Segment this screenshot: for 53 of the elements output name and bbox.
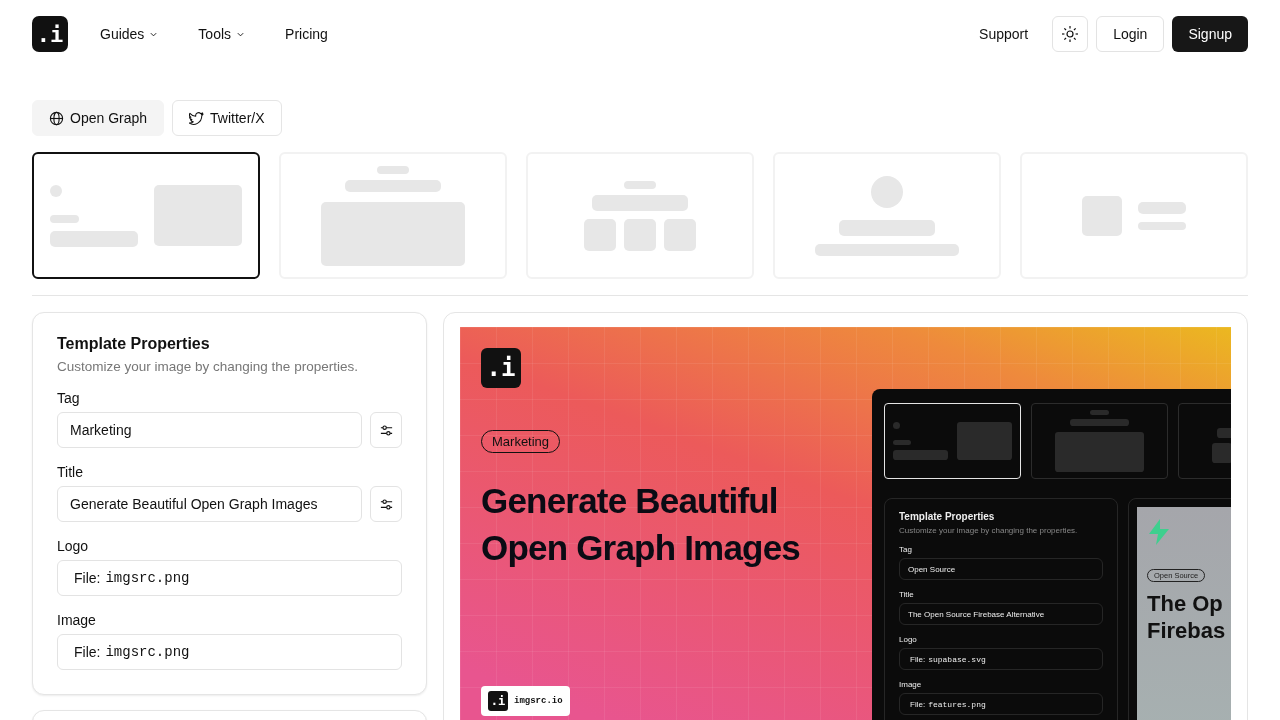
- file-input[interactable]: File: imgsrc.png: [57, 560, 402, 596]
- text-field[interactable]: The Open Source Firebase Alternative: [899, 603, 1103, 625]
- format-tab[interactable]: Open Graph: [32, 100, 165, 136]
- brand-logo: .i: [481, 348, 521, 388]
- sliders-icon: [378, 422, 394, 438]
- file-label: File:: [74, 644, 101, 660]
- headline: Generate Beautiful Open Graph Images: [481, 480, 801, 569]
- brand-logo: .i: [488, 691, 508, 711]
- field-label: Image: [899, 680, 923, 689]
- options-button[interactable]: [370, 486, 402, 522]
- template-card[interactable]: [32, 152, 260, 279]
- field-label: Image: [57, 612, 97, 628]
- field-label: Tag: [899, 545, 913, 554]
- field-label: Logo: [899, 635, 918, 644]
- field-label: Title: [899, 590, 915, 599]
- sliders-icon: [378, 496, 394, 512]
- field-label: Logo: [57, 538, 90, 554]
- panel-subtitle: Customize your image by changing the properties.: [899, 526, 1079, 535]
- file-input[interactable]: File: supabase.svg: [899, 648, 1103, 670]
- site-logo: .i: [32, 16, 68, 52]
- file-name: imgsrc.png: [105, 570, 190, 586]
- file-input[interactable]: File: features.png: [899, 693, 1103, 715]
- text-field[interactable]: Marketing: [57, 412, 362, 448]
- headline: Firebas: [1147, 617, 1226, 644]
- bird-icon: [189, 110, 205, 126]
- text-field[interactable]: Generate Beautiful Open Graph Images: [57, 486, 362, 522]
- lightning-bolt-icon: [1147, 519, 1171, 545]
- brand-name: imgsrc.io: [514, 696, 563, 706]
- file-name: imgsrc.png: [105, 644, 190, 660]
- support-link[interactable]: Support: [979, 26, 1029, 42]
- theme-toggle-button[interactable]: [1052, 16, 1089, 52]
- file-label: File:: [910, 654, 926, 664]
- panel-title: Template Properties: [899, 511, 996, 522]
- globe-icon: [49, 110, 64, 126]
- field-label: Tag: [57, 390, 81, 406]
- nav-link[interactable]: Tools: [198, 26, 266, 42]
- headline: The Op: [1147, 590, 1223, 617]
- format-tab[interactable]: Twitter/X: [172, 100, 282, 136]
- options-button[interactable]: [370, 412, 402, 448]
- file-label: File:: [910, 699, 926, 709]
- sun-icon: [1061, 25, 1080, 43]
- panel-title: Template Properties: [57, 335, 211, 353]
- text-field[interactable]: Open Source: [899, 558, 1103, 580]
- nav-link[interactable]: Guides: [100, 26, 179, 42]
- file-input[interactable]: File: imgsrc.png: [57, 634, 402, 670]
- file-label: File:: [74, 570, 101, 586]
- file-name: features.png: [928, 699, 986, 709]
- panel-subtitle: Customize your image by changing the properties.: [57, 359, 359, 374]
- field-label: Title: [57, 464, 84, 480]
- nav-link[interactable]: Pricing: [285, 26, 348, 42]
- signup-button[interactable]: Signup: [1172, 16, 1248, 52]
- file-name: supabase.svg: [928, 654, 986, 664]
- login-button[interactable]: Login: [1096, 16, 1165, 52]
